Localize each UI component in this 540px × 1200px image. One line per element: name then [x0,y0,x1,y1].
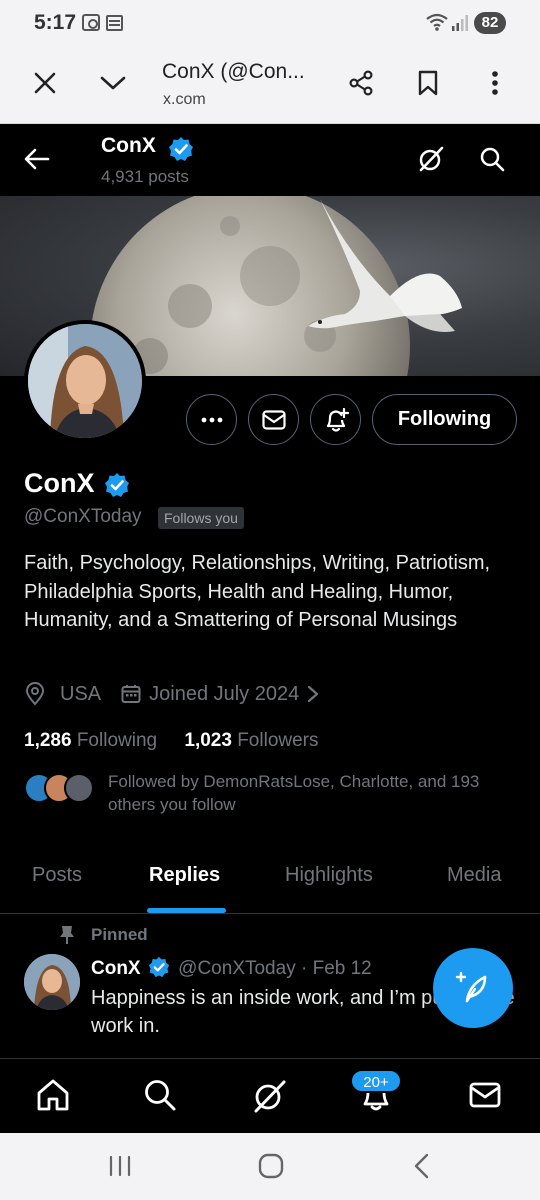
post-separator: · [300,958,308,979]
search-icon[interactable] [479,146,505,177]
followed-by-text: Followed by DemonRatsLose, Charlotte, an… [108,772,480,814]
location-text: USA [60,682,102,705]
profile-meta: USA Joined July 2024 [24,681,319,707]
followers-count: 1,023 [184,730,232,751]
verified-badge-icon [148,956,170,978]
back-button-icon[interactable] [412,1153,430,1184]
following-count-link[interactable]: 1,286 Following [24,730,157,751]
grok-icon[interactable] [417,145,445,178]
following-count: 1,286 [24,730,72,751]
profile-avatar[interactable] [24,320,146,442]
message-icon [261,409,286,430]
tab-highlights[interactable]: Highlights [285,864,373,887]
compose-button[interactable] [433,948,513,1028]
recent-apps-icon[interactable] [108,1155,132,1182]
notify-bell-icon [326,407,349,432]
profile-handle: @ConXToday [24,506,142,527]
android-navigation-bar [0,1133,540,1200]
grok-icon[interactable] [251,1078,287,1119]
verified-badge-icon [168,136,194,167]
profile-bio: Faith, Psychology, Relationships, Writin… [24,552,491,631]
location-icon [25,682,45,706]
following-label: Following [76,730,158,751]
pinned-label-row: Pinned [59,925,148,945]
follows-you-badge: Follows you [158,507,244,529]
tab-media[interactable]: Media [447,864,501,887]
calendar-notification-icon [106,15,123,31]
profile-tabs: Posts Replies Highlights Media [0,848,540,914]
message-button[interactable] [248,394,299,445]
bookmark-icon[interactable] [412,66,444,100]
calendar-icon [121,685,141,703]
more-horizontal-icon [201,417,222,422]
follow-counts: 1,286 Following 1,023 Followers [24,730,319,752]
followers-count-link[interactable]: 1,023 Followers [184,730,318,751]
avatar [64,773,94,803]
close-icon[interactable] [30,68,60,98]
wifi-icon [426,13,448,31]
followed-by-avatars [24,773,94,803]
search-icon[interactable] [143,1078,177,1117]
post-date[interactable]: Feb 12 [313,958,372,979]
active-tab-indicator [147,908,226,913]
post-author-avatar[interactable] [24,954,80,1010]
more-options-button[interactable] [186,394,237,445]
mail-icon[interactable] [468,1078,502,1117]
post-author-name[interactable]: ConX [91,958,141,979]
chevron-right-icon[interactable] [307,685,319,703]
signal-icon [452,15,468,31]
status-bar: 5:17 82 [0,0,540,46]
pinned-label: Pinned [91,925,148,944]
browser-url[interactable]: x.com [163,91,206,109]
back-arrow-icon[interactable] [22,144,52,179]
joined-date: Joined July 2024 [149,682,300,705]
screenshot-icon [82,14,100,31]
chevron-down-icon[interactable] [98,68,128,98]
home-button-icon[interactable] [258,1153,284,1184]
more-vert-icon[interactable] [482,66,508,100]
browser-toolbar: ConX (@Con... x.com [0,46,540,124]
notifications-subscribe-button[interactable] [310,394,361,445]
tab-replies[interactable]: Replies [149,864,220,887]
tab-posts[interactable]: Posts [32,864,82,887]
notifications-badge: 20+ [350,1069,402,1093]
status-time: 5:17 [34,11,77,34]
browser-page-title[interactable]: ConX (@Con... [162,60,332,84]
battery-indicator: 82 [474,12,506,34]
profile-name: ConX [24,468,95,498]
header-name: ConX [101,134,156,157]
following-button[interactable]: Following [372,394,517,445]
header-posts-count: 4,931 posts [101,167,189,186]
post-header: ConX @ConXToday · Feb 12 [91,956,372,980]
pin-icon [60,926,74,944]
bottom-navigation [0,1058,540,1133]
profile-header-bar: ConX 4,931 posts [0,124,540,196]
share-icon[interactable] [344,66,378,100]
compose-feather-icon [455,971,487,1003]
verified-badge-icon[interactable] [104,472,130,503]
followers-label: Followers [237,730,319,751]
home-icon[interactable] [36,1078,70,1117]
post-author-handle[interactable]: @ConXToday [178,958,296,979]
